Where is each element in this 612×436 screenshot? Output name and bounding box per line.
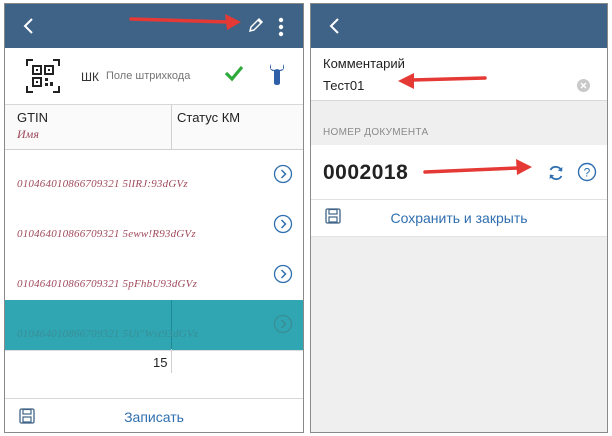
app-bar <box>5 4 303 48</box>
section-header: НОМЕР ДОКУМЕНТА <box>311 101 607 145</box>
table-row[interactable]: 010464010866709321 5eww!R93dGVz <box>5 200 303 251</box>
doc-number-value: 0002018 <box>323 161 409 184</box>
save-close-button[interactable]: Сохранить и закрыть <box>311 210 607 226</box>
header-status: Статус КМ <box>177 110 241 125</box>
table-row[interactable]: 010464010866709321 5pFhbU93dGVz <box>5 250 303 301</box>
qr-scan-icon[interactable] <box>25 58 61 94</box>
column-divider <box>171 349 172 373</box>
comment-field[interactable]: Комментарий Тест01 <box>311 48 607 101</box>
header-name: Имя <box>17 127 39 141</box>
header-gtin: GTIN <box>17 110 49 125</box>
wrench-icon[interactable] <box>267 62 287 86</box>
column-divider <box>171 300 172 350</box>
empty-area <box>311 237 607 432</box>
right-screen: Комментарий Тест01 НОМЕР ДОКУМЕНТА 00020… <box>310 3 608 433</box>
comment-label: Комментарий <box>323 56 405 71</box>
total-row: 15 <box>5 349 303 379</box>
chevron-right-icon[interactable] <box>273 264 293 284</box>
column-divider <box>171 105 172 149</box>
help-icon[interactable]: ? <box>577 162 597 182</box>
back-arrow-icon[interactable] <box>19 16 39 36</box>
chevron-right-icon[interactable] <box>273 164 293 184</box>
edit-pencil-icon[interactable] <box>247 16 265 34</box>
chevron-right-icon[interactable] <box>273 214 293 234</box>
app-bar <box>311 4 607 48</box>
comment-value[interactable]: Тест01 <box>323 78 364 93</box>
barcode-row: ШК <box>5 48 303 105</box>
doc-number-row: 0002018 ? <box>311 145 607 200</box>
chevron-right-icon[interactable] <box>273 314 293 334</box>
row-code: 010464010866709321 5pFhbU93dGVz <box>17 278 198 290</box>
total-count: 15 <box>153 355 168 370</box>
confirm-check-icon[interactable] <box>223 62 245 84</box>
more-vert-icon[interactable] <box>275 16 287 38</box>
barcode-label: ШК <box>81 70 99 84</box>
barcode-input[interactable] <box>106 70 232 82</box>
row-code: 010464010866709321 5eww!R93dGVz <box>17 228 196 240</box>
save-button[interactable]: Записать <box>5 409 303 425</box>
left-screen: ШК GTIN Имя Статус КМ 010464010866709321… <box>4 3 304 433</box>
row-code: 010464010866709321 5Ut"Wst93dGVz <box>17 328 199 340</box>
back-arrow-icon[interactable] <box>325 16 345 36</box>
table-header: GTIN Имя Статус КМ <box>5 105 303 150</box>
doc-number-label: НОМЕР ДОКУМЕНТА <box>323 127 429 138</box>
table-row[interactable]: 010464010866709321 5lIRJ:93dGVz <box>5 150 303 201</box>
row-code: 010464010866709321 5lIRJ:93dGVz <box>17 178 188 190</box>
save-close-row[interactable]: Сохранить и закрыть <box>311 200 607 237</box>
bottom-bar: Записать <box>5 398 303 432</box>
table-row-selected[interactable]: 010464010866709321 5Ut"Wst93dGVz <box>5 300 303 351</box>
svg-text:?: ? <box>584 166 591 180</box>
refresh-icon[interactable] <box>547 164 565 182</box>
clear-icon[interactable] <box>577 79 590 92</box>
